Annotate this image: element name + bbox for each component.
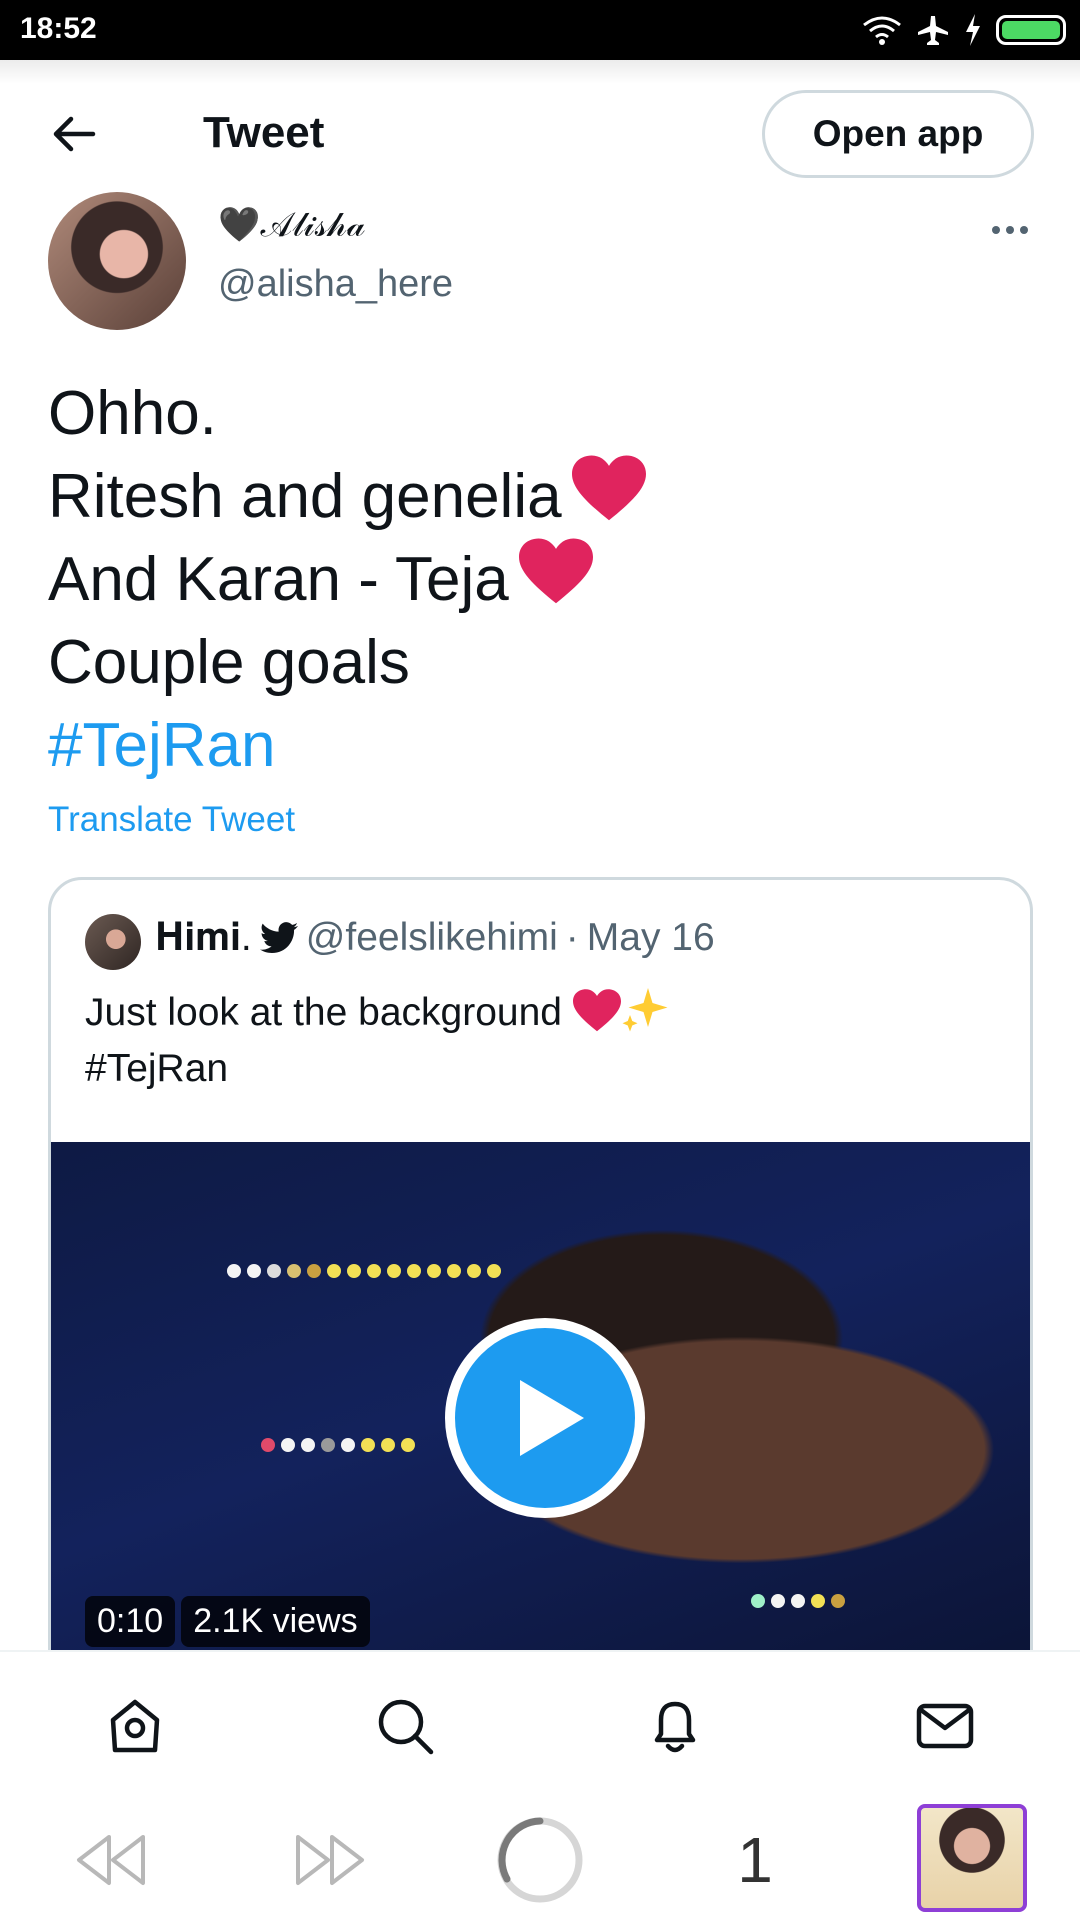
red-heart-icon xyxy=(572,989,621,1032)
author-avatar[interactable] xyxy=(48,192,186,330)
video-views: 2.1K views xyxy=(181,1596,370,1647)
page-title: Tweet xyxy=(203,108,325,157)
play-icon xyxy=(520,1380,584,1456)
stage-lights-row xyxy=(751,1594,845,1608)
browser-reload-button[interactable] xyxy=(494,1817,586,1903)
tweet-line-text: Ritesh and genelia xyxy=(48,462,562,531)
separator-dot: · xyxy=(565,916,579,959)
sparkles-icon xyxy=(622,988,668,1032)
tweet-line: Ohho. xyxy=(48,379,217,448)
tweet-line: Couple goals xyxy=(48,628,410,697)
browser-back-button[interactable] xyxy=(66,1820,156,1900)
more-icon xyxy=(992,226,1000,234)
tweet-line: Ritesh and genelia xyxy=(48,455,1038,538)
fast-forward-icon xyxy=(296,1835,364,1885)
status-icons xyxy=(862,12,1066,48)
twitter-bird-icon xyxy=(259,922,298,954)
author-display-name[interactable]: 🖤𝒜𝓁𝒾𝓈𝒽𝒶 xyxy=(218,205,365,245)
nav-search[interactable] xyxy=(365,1686,445,1766)
quoted-handle: @feelslikehimi xyxy=(305,916,558,959)
quoted-tweet-text: Just look at the background #TejRan xyxy=(85,985,1005,1097)
quoted-hashtag[interactable]: #TejRan xyxy=(85,1041,1005,1097)
home-icon xyxy=(110,1699,160,1753)
translate-tweet-link[interactable]: Translate Tweet xyxy=(48,800,295,840)
video-duration: 0:10 xyxy=(85,1596,176,1647)
stage-lights-row xyxy=(261,1438,415,1452)
rewind-icon xyxy=(77,1835,145,1885)
notifications-icon xyxy=(654,1701,696,1753)
red-heart-icon xyxy=(571,455,646,521)
stage-lights-row xyxy=(227,1264,501,1278)
open-app-button[interactable]: Open app xyxy=(762,90,1034,178)
red-heart-icon xyxy=(518,538,593,604)
quoted-date: May 16 xyxy=(586,916,715,959)
loading-spinner-icon xyxy=(497,1817,583,1903)
play-button[interactable] xyxy=(445,1318,645,1518)
battery-icon xyxy=(996,15,1066,45)
header-shadow xyxy=(0,60,1080,84)
browser-forward-button[interactable] xyxy=(285,1820,375,1900)
more-icon-dot xyxy=(1006,226,1014,234)
more-icon-dot xyxy=(1020,226,1028,234)
back-button[interactable] xyxy=(46,106,102,162)
nav-home[interactable] xyxy=(95,1686,175,1766)
quoted-display-name: 𝐇𝐢𝐦𝐢. xyxy=(155,916,252,959)
back-arrow-icon xyxy=(53,116,96,152)
nav-notifications[interactable] xyxy=(635,1686,715,1766)
quoted-author-avatar xyxy=(85,914,141,970)
tweet-line-text: And Karan - Teja xyxy=(48,545,509,614)
charging-icon xyxy=(966,14,980,46)
status-time: 18:52 xyxy=(20,12,97,45)
video-player[interactable]: 0:10 2.1K views xyxy=(51,1142,1030,1702)
tab-count[interactable]: 1 xyxy=(720,1820,790,1900)
quoted-line-text: Just look at the background xyxy=(85,991,562,1034)
video-badges: 0:10 2.1K views xyxy=(85,1596,370,1647)
nav-messages[interactable] xyxy=(905,1686,985,1766)
quoted-tweet-header: 𝐇𝐢𝐦𝐢. @feelslikehimi · May 16 xyxy=(155,916,715,960)
airplane-icon xyxy=(918,16,948,45)
tab-count-label: 1 xyxy=(737,1824,773,1896)
messages-icon xyxy=(916,1703,974,1749)
search-icon xyxy=(378,1699,434,1755)
browser-toolbar: 1 xyxy=(0,1800,1080,1920)
bottom-navigation xyxy=(0,1650,1080,1800)
status-bar: 18:52 xyxy=(0,0,1080,60)
hashtag-link[interactable]: #TejRan xyxy=(48,704,1038,787)
profile-thumbnail[interactable] xyxy=(917,1804,1027,1912)
tweet-text: Ohho. Ritesh and genelia And Karan - Tej… xyxy=(48,372,1038,787)
quoted-line: Just look at the background xyxy=(85,985,1005,1041)
tweet-line: And Karan - Teja xyxy=(48,538,1038,621)
more-options-button[interactable] xyxy=(980,210,1040,250)
author-handle[interactable]: @alisha_here xyxy=(218,263,453,306)
wifi-icon xyxy=(863,16,901,45)
